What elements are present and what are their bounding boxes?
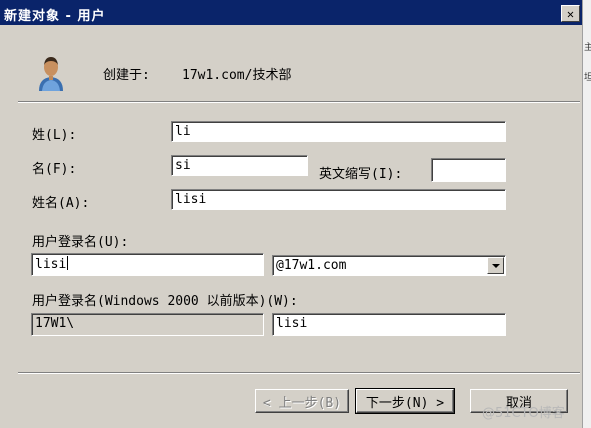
text-caret [67, 256, 69, 270]
last-name-input[interactable]: li [171, 121, 506, 142]
close-button[interactable]: ✕ [561, 5, 580, 22]
separator [18, 101, 580, 103]
full-name-input[interactable]: lisi [171, 189, 506, 210]
initials-input[interactable] [431, 158, 506, 182]
chevron-down-icon[interactable] [487, 257, 504, 274]
back-button[interactable]: < 上一步(B) [255, 389, 349, 413]
watermark: @51CTO博客 [482, 406, 565, 421]
pre2000-logon-input[interactable]: lisi [272, 313, 506, 336]
user-icon [36, 54, 66, 92]
close-icon: ✕ [566, 6, 575, 21]
logon-name-label: 用户登录名(U): [32, 235, 129, 250]
background-window-strip [582, 0, 591, 428]
pre2000-logon-label: 用户登录名(Windows 2000 以前版本)(W): [32, 294, 298, 309]
background-strip-text: 主 [584, 43, 591, 53]
created-in-path: 17w1.com/技术部 [182, 68, 292, 83]
background-strip-text: 坦 [584, 73, 591, 83]
domain-suffix-value: @17w1.com [276, 258, 347, 273]
full-name-label: 姓名(A): [32, 196, 90, 211]
separator [18, 372, 580, 374]
first-name-input[interactable]: si [171, 155, 308, 176]
last-name-label: 姓(L): [32, 128, 77, 143]
logon-name-value: lisi [35, 257, 67, 272]
domain-suffix-select[interactable]: @17w1.com [272, 255, 506, 276]
next-button[interactable]: 下一步(N) > [355, 388, 455, 414]
created-in-label: 创建于: [103, 68, 150, 83]
window-title: 新建对象 - 用户 [4, 9, 106, 24]
logon-name-input[interactable]: lisi [31, 253, 264, 276]
pre2000-domain-field: 17W1\ [31, 313, 264, 336]
initials-label: 英文缩写(I): [319, 167, 403, 182]
first-name-label: 名(F): [32, 162, 77, 177]
